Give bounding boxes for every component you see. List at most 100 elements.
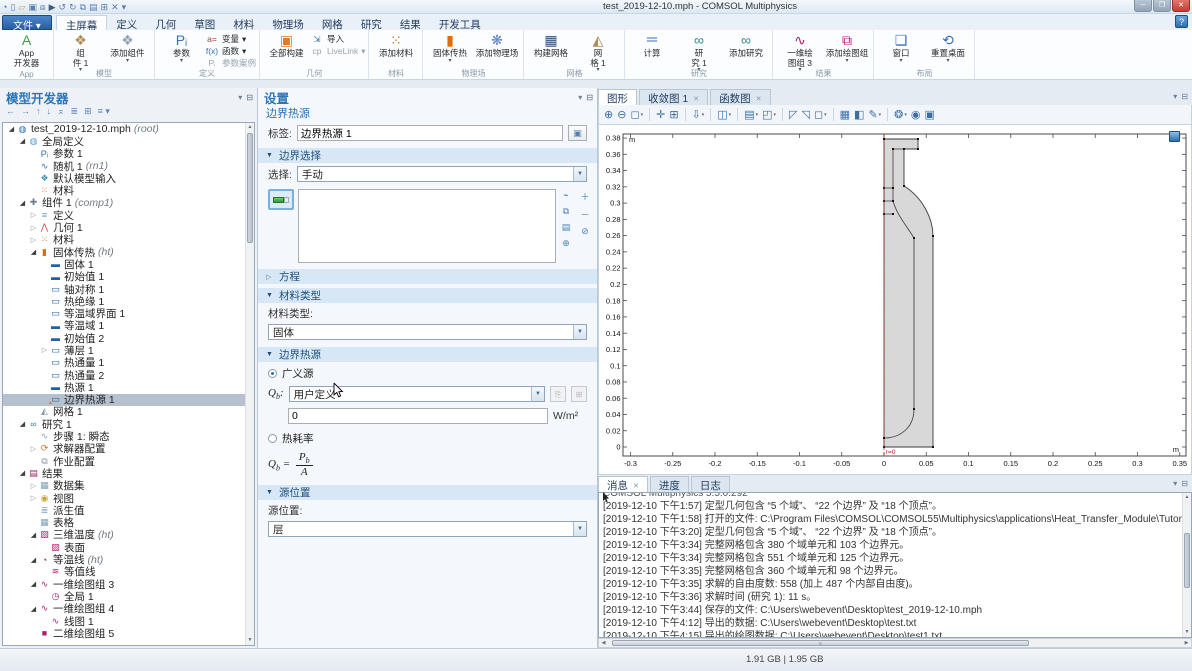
ribbon-tab-主屏幕[interactable]: 主屏幕 xyxy=(55,15,108,32)
build-mesh-button[interactable]: ▦ 构建网格 xyxy=(527,31,574,59)
delete-icon[interactable]: ✕ xyxy=(111,1,119,13)
back-icon[interactable]: ← xyxy=(6,106,15,116)
collapsed-icon[interactable]: ▷ xyxy=(29,236,38,244)
tree-item-一维绘图组 4[interactable]: ◢ ∿ 一维绘图组 4 xyxy=(3,603,254,615)
collapsed-icon[interactable]: ▷ xyxy=(29,211,38,219)
tree-item-作业配置[interactable]: ⧉ 作业配置 xyxy=(3,455,254,468)
save-as-icon[interactable]: ⧈ xyxy=(40,1,46,13)
clear-selection-icon[interactable]: ⊘ xyxy=(579,226,591,237)
collapse-panel-icon[interactable]: ▾ xyxy=(578,93,582,102)
go-to-view-icon[interactable]: ⇩ ▾ xyxy=(692,108,705,121)
messages-scroll-thumb[interactable] xyxy=(1184,533,1190,588)
tree-item-初始值 2[interactable]: ▬ 初始值 2 xyxy=(3,332,254,345)
zoom-in-icon[interactable]: ⊕ xyxy=(604,108,613,121)
label-input[interactable] xyxy=(296,125,563,141)
save-icon[interactable]: ▣ xyxy=(28,1,37,13)
collapsed-icon[interactable]: ▷ xyxy=(29,482,38,490)
scroll-up-icon[interactable]: ▲ xyxy=(246,123,254,132)
settings-feature-link[interactable]: 边界热源 xyxy=(258,104,597,122)
close-icon[interactable]: ✕ xyxy=(693,95,699,103)
expanded-icon[interactable]: ◢ xyxy=(29,605,38,613)
tree-item-网格 1[interactable]: ◭ 网格 1 xyxy=(3,406,254,418)
tree-item-定义[interactable]: ▷ ≡ 定义 xyxy=(3,209,254,222)
show-order-icon[interactable]: ≣ xyxy=(71,106,79,117)
zoom-selected-icon[interactable]: ⊞ xyxy=(669,108,678,121)
add-material-button[interactable]: ⁙ 添加材料 xyxy=(372,31,419,59)
tree-item-研究 1[interactable]: ◢ ∞ 研究 1 xyxy=(3,418,254,431)
tree-item-等温域界面 1[interactable]: ▭ 等温域界面 1 xyxy=(3,307,254,320)
collapse-panel-icon[interactable]: ▾ xyxy=(238,93,242,102)
tree-item-等值线[interactable]: ≋ 等值线 xyxy=(3,566,254,578)
help-button[interactable]: ? xyxy=(1175,15,1188,28)
tree-item-二维绘图组 5[interactable]: ■ 二维绘图组 5 xyxy=(3,627,254,640)
scroll-down-icon[interactable]: ▼ xyxy=(1183,628,1191,637)
rename-button[interactable]: ▣ xyxy=(568,125,587,141)
tree-item-参数 1[interactable]: Pᵢ 参数 1 xyxy=(3,148,254,160)
tree-item-热源 1[interactable]: ▬ 热源 1 xyxy=(3,381,254,394)
parameters-button[interactable]: Pᵢ 参数 ▾ xyxy=(158,31,205,64)
duplicate-icon[interactable]: ⊞ xyxy=(101,1,109,13)
zoom-box-icon[interactable]: ◻ ▾ xyxy=(630,108,643,121)
selection-combo[interactable]: 手动 ▼ xyxy=(296,166,587,182)
save-plot-icon[interactable]: ▣ xyxy=(925,108,935,121)
scroll-right-icon[interactable]: ▶ xyxy=(1182,640,1191,646)
ribbon-tab-草图[interactable]: 草图 xyxy=(185,15,224,31)
general-source-radio[interactable] xyxy=(268,369,277,378)
messages-tab-日志[interactable]: 日志 xyxy=(690,476,730,492)
mesh-1-button[interactable]: ◭ 网 格 1 ▾ xyxy=(574,31,621,73)
section-material-type[interactable]: ▼ 材料类型 xyxy=(258,288,597,303)
functions-button[interactable]: f(x) 函数 ▾ xyxy=(205,45,256,57)
chevron-down-icon[interactable]: ▼ xyxy=(573,167,586,181)
ribbon-tab-定义[interactable]: 定义 xyxy=(107,15,146,31)
tree-item-线图 1[interactable]: ∿ 线图 1 xyxy=(3,615,254,628)
tree-item-数据集[interactable]: ▷ ▦ 数据集 xyxy=(3,480,254,492)
tree-item-默认模型输入[interactable]: ❖ 默认模型输入 xyxy=(3,172,254,185)
import-button[interactable]: ⇲ 导入 xyxy=(310,33,365,45)
heat-transfer-solids-button[interactable]: ▮ 固体传热 ▾ xyxy=(426,31,473,64)
tree-item-视图[interactable]: ▷ ◉ 视图 xyxy=(3,492,254,505)
remove-from-selection-icon[interactable]: － xyxy=(579,208,591,221)
chevron-down-icon[interactable]: ▼ xyxy=(531,387,544,401)
tree-item-轴对称 1[interactable]: ▭ 轴对称 1 xyxy=(3,283,254,296)
tree-item-材料[interactable]: ⁙ 材料 xyxy=(3,184,254,197)
tree-scrollbar[interactable]: ▲ ▼ xyxy=(245,123,254,645)
expanded-icon[interactable]: ◢ xyxy=(18,420,27,428)
tree-item-三维温度[interactable]: ◢ ▧ 三维温度 (ht) xyxy=(3,529,254,542)
messages-tab-进度[interactable]: 进度 xyxy=(649,476,689,492)
expanded-icon[interactable]: ◢ xyxy=(18,469,27,477)
ribbon-tab-网格[interactable]: 网格 xyxy=(313,15,352,31)
tree-item-薄层 1[interactable]: ▷ ▭ 薄层 1 xyxy=(3,344,254,357)
source-type-combo[interactable]: 用户定义 ▼ xyxy=(288,386,545,402)
expanded-icon[interactable]: ◢ xyxy=(29,248,38,256)
tree-item-边界热源 1[interactable]: ▭ ▴ 边界热源 1 xyxy=(3,393,254,406)
annotations-icon[interactable]: ✎ ▾ xyxy=(868,108,881,121)
chevron-down-icon[interactable]: ▼ xyxy=(573,325,586,339)
tree-item-等温线[interactable]: ◢ ◔ 等温线 (ht) xyxy=(3,553,254,567)
zoom-to-selection-icon[interactable]: ⊕ xyxy=(560,238,572,249)
tree-item-全局 1[interactable]: ◷ 全局 1 xyxy=(3,590,254,603)
collapsed-icon[interactable]: ▷ xyxy=(29,445,38,453)
tree-item-求解器配置[interactable]: ▷ ⟳ 求解器配置 xyxy=(3,443,254,455)
new-file-icon[interactable]: ▯ xyxy=(10,1,15,13)
tree-item-固体传热[interactable]: ◢ ▮ 固体传热 (ht) xyxy=(3,246,254,259)
ribbon-tab-几何[interactable]: 几何 xyxy=(146,15,185,31)
node-group-icon[interactable]: ⊞ xyxy=(84,106,92,117)
tree-item-热通量 2[interactable]: ▭ 热通量 2 xyxy=(3,369,254,382)
open-file-icon[interactable]: ▱ xyxy=(18,1,25,13)
tree-item-材料[interactable]: ▷ ⁙ 材料 xyxy=(3,234,254,246)
collapsed-icon[interactable]: ▷ xyxy=(29,494,38,502)
chevron-down-icon[interactable]: ▼ xyxy=(573,522,586,537)
float-panel-icon[interactable]: ⊟ xyxy=(1181,92,1188,101)
messages-log[interactable]: COMSOL Multiphysics 5.5.0.292 [2019-12-10… xyxy=(598,492,1192,638)
image-snapshot-icon[interactable]: ◫ ▾ xyxy=(717,108,731,121)
scene-settings-icon[interactable]: ❂ ▾ xyxy=(894,108,907,121)
tree-item-test_2019-12-10.mph[interactable]: ◢ ◍ test_2019-12-10.mph (root) xyxy=(3,123,254,135)
compute-button[interactable]: ＝计算 xyxy=(628,31,675,59)
scroll-up-icon[interactable]: ▲ xyxy=(1183,493,1191,502)
graphics-tab-函数图[interactable]: 函数图 ✕ xyxy=(710,89,771,105)
section-equation[interactable]: ▷ 方程 xyxy=(258,269,597,284)
tree-item-一维绘图组 3[interactable]: ◢ ∿ 一维绘图组 3 xyxy=(3,578,254,591)
tree-item-全局定义[interactable]: ◢ ◍ 全局定义 xyxy=(3,135,254,148)
tree-item-表面[interactable]: ▨ 表面 xyxy=(3,541,254,554)
float-panel-icon[interactable]: ⊟ xyxy=(1181,479,1188,488)
